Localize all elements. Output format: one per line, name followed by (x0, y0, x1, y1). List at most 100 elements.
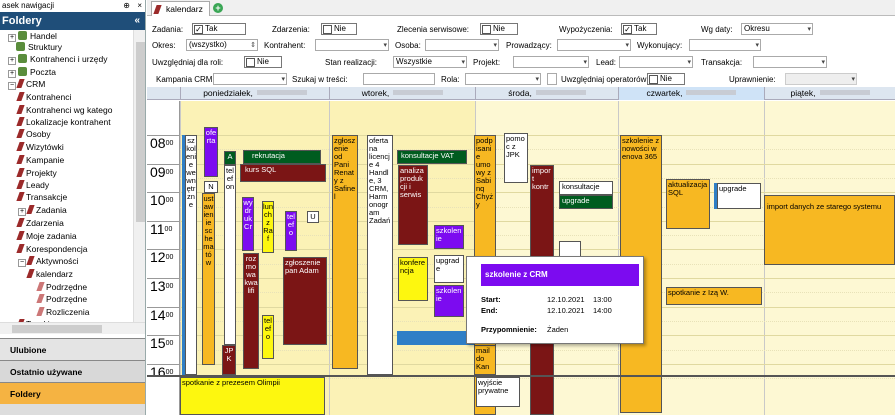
tree-item[interactable]: Zdarzenia (16, 217, 64, 230)
zdarzenia-checkbox[interactable]: Nie (321, 23, 357, 35)
event-wyjscie-prywatne[interactable]: wyjście prywatne (476, 377, 520, 407)
uwzgledniaj-dla-roli-checkbox[interactable]: Nie (244, 56, 282, 68)
event-szkolenie-wewnetrzne[interactable]: szkolenie wewnętrzne (185, 135, 197, 375)
nav-button-foldery[interactable]: Foldery (0, 382, 145, 404)
close-icon[interactable]: × (137, 0, 142, 12)
event-rekrutacja[interactable]: rekrutacja (243, 150, 321, 164)
event-n[interactable]: N (204, 181, 218, 193)
event-upgrade-1[interactable]: upgrade (434, 255, 464, 283)
scrollbar-thumb[interactable] (12, 325, 102, 333)
event-analiza-produkcji[interactable]: analiza produkcji i serwis (398, 165, 428, 245)
event-pomoc-z-jpk[interactable]: pomoc z JPK (504, 133, 528, 183)
event-telefon[interactable]: telefon (224, 165, 236, 345)
minute-value: 00 (164, 225, 173, 233)
collapse-icon[interactable]: − (18, 259, 26, 267)
event-kurs-sql[interactable]: kurs SQL (240, 164, 326, 182)
uwzgledniaj-operatorow-checkbox[interactable]: Nie (647, 73, 685, 85)
tree-item[interactable]: + Kontrahenci i urzędy (8, 53, 108, 66)
pen-icon (153, 5, 162, 14)
event-upgrade-3[interactable]: upgrade (717, 183, 761, 209)
kampania-crm-select[interactable]: ▾ (213, 73, 287, 85)
event-zgloszenie-pan-adam[interactable]: zgłoszenie pan Adam (283, 257, 327, 345)
day-header-friday[interactable]: piątek, (764, 87, 895, 100)
nav-button-ostatnio-uzywane[interactable]: Ostatnio używane (0, 360, 145, 382)
event-zgloszenie-od-pani-renaty[interactable]: zgłoszenie od Pani Renaty z Safinel (332, 135, 358, 369)
checkbox-empty[interactable] (547, 73, 557, 85)
day-header-tuesday[interactable]: wtorek, (329, 87, 475, 100)
szukaj-w-tresci-input[interactable] (363, 73, 435, 85)
collapse-icon[interactable]: − (8, 82, 16, 90)
tree-item[interactable]: Wizytówki (16, 141, 64, 154)
event-aktualizacja-sql[interactable]: aktualizacja SQL (666, 179, 710, 229)
tree-item[interactable]: Transakcje (16, 191, 67, 204)
okres-select[interactable]: (wszystko) ⇕ (186, 39, 258, 51)
event-a[interactable]: A (224, 151, 236, 165)
tree-item[interactable]: Kampanie (16, 154, 64, 167)
nav-button-ulubione[interactable]: Ulubione (0, 338, 145, 360)
tree-item[interactable]: kalendarz (26, 268, 73, 281)
projekt-select[interactable]: ▾ (513, 56, 589, 68)
day-header-monday[interactable]: poniedziałek, (180, 87, 329, 100)
tree-item[interactable]: Osoby (16, 128, 51, 141)
tree-item[interactable]: + Zadania (18, 204, 67, 217)
tree-item-label: Osoby (26, 129, 51, 139)
event-rozmowa-kwalifi[interactable]: rozmowa kwalifi (243, 253, 259, 369)
expand-icon[interactable]: + (8, 57, 16, 65)
expand-icon[interactable]: + (18, 208, 26, 216)
pen-icon (16, 129, 25, 138)
tree-vertical-scrollbar[interactable] (133, 30, 145, 322)
tree-item[interactable]: Podrzędne (36, 293, 87, 306)
day-header-wednesday[interactable]: środa, (475, 87, 618, 100)
wypozyczenia-checkbox[interactable]: ✓ Tak (621, 23, 657, 35)
wg-daty-select[interactable]: Okresu ▾ (741, 23, 813, 35)
pin-icon[interactable]: ⊕ (123, 0, 130, 12)
event-small-white[interactable] (559, 241, 581, 257)
stan-realizacji-select[interactable]: Wszystkie ▾ (393, 56, 467, 68)
tree-item[interactable]: − CRM (8, 78, 45, 91)
event-oferta[interactable]: oferta (204, 127, 218, 177)
rola-select[interactable]: ▾ (465, 73, 541, 85)
day-header-thursday[interactable]: czwartek, (618, 87, 764, 100)
tree-item[interactable]: − Aktywności (18, 255, 79, 268)
lead-select[interactable]: ▾ (619, 56, 693, 68)
pen-icon (26, 256, 35, 265)
uprawnienie-select[interactable]: ▾ (785, 73, 857, 85)
event-oferta-na-licencje[interactable]: oferta na licencje 4 Handle, 3 CRM, Harm… (367, 135, 393, 375)
event-upgrade-2[interactable]: upgrade (559, 195, 613, 209)
osoba-select[interactable]: ▾ (425, 39, 499, 51)
event-u[interactable]: U (307, 211, 319, 223)
scrollbar-thumb[interactable] (136, 42, 145, 222)
zlecenia-checkbox[interactable]: Nie (480, 23, 518, 35)
collapse-icon[interactable]: « (134, 12, 140, 30)
event-konferencja[interactable]: konferencja (398, 257, 428, 301)
event-mail-do-kan[interactable]: mail do Kan (474, 345, 496, 375)
tree-item[interactable]: Moje zadania (16, 230, 77, 243)
event-konsultacje-vat[interactable]: konsultacje VAT (397, 150, 467, 164)
event-szkolenie-1[interactable]: szkolenie (434, 225, 464, 249)
pen-icon (16, 142, 25, 151)
zadania-checkbox[interactable]: ✓ Tak (192, 23, 246, 35)
event-spotkanie-z-iza[interactable]: spotkanie z Izą W. (666, 287, 762, 305)
transakcja-select[interactable]: ▾ (753, 56, 827, 68)
event-lunch-z-raf[interactable]: lunch z Raf (262, 201, 274, 253)
zdarzenia-label: Zdarzenia: (272, 25, 310, 34)
event-szkolenie-2[interactable]: szkolenie (434, 285, 464, 317)
event-telefo-2[interactable]: telefo (285, 211, 297, 251)
event-ustawienie-schematow[interactable]: ustawienie schematów (202, 193, 215, 365)
kontrahent-select[interactable]: ▾ (315, 39, 389, 51)
expand-icon[interactable]: + (8, 70, 16, 78)
event-wydruk-cr[interactable]: wydruk Cr (242, 197, 254, 251)
tree-item[interactable]: Kontrahenci (16, 91, 71, 104)
event-telefo-1[interactable]: telefo (262, 315, 274, 359)
event-import-danych[interactable]: import danych ze starego systemu (764, 195, 895, 265)
prowadzacy-select[interactable]: ▾ (557, 39, 631, 51)
tree-horizontal-scrollbar[interactable] (0, 322, 145, 334)
uwzgledniaj-dla-roli-value: Nie (257, 57, 270, 66)
add-tab-icon[interactable]: + (213, 3, 223, 13)
event-konsultacje[interactable]: konsultacje (559, 181, 613, 195)
event-jpk[interactable]: JPK (222, 345, 236, 375)
event-spotkanie-z-prezesem-olimpii[interactable]: spotkanie z prezesem Olimpii (180, 377, 325, 415)
expand-icon[interactable]: + (8, 34, 16, 42)
tab-kalendarz[interactable]: kalendarz (151, 1, 210, 16)
wykonujacy-select[interactable]: ▾ (689, 39, 761, 51)
